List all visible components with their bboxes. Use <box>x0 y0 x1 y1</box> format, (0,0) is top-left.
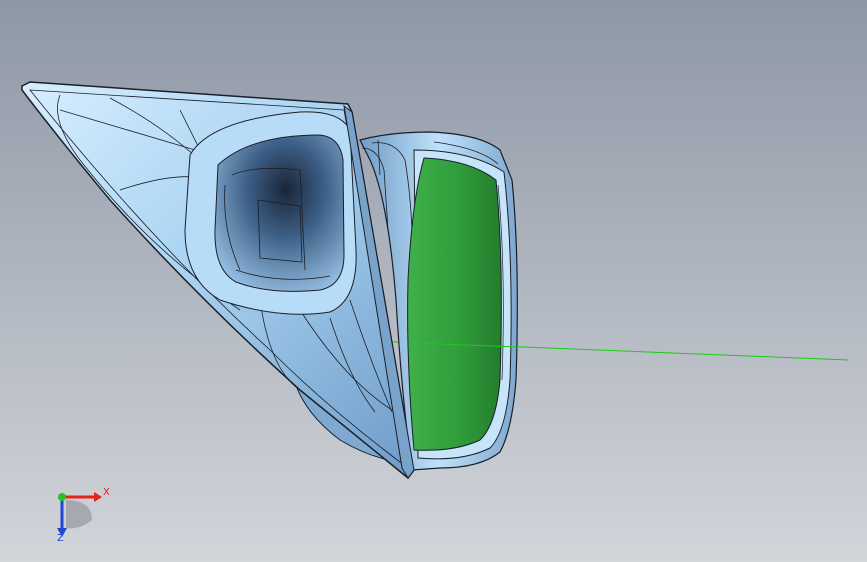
x-axis-label: X <box>103 487 110 498</box>
graphics-viewport[interactable]: X Z <box>0 0 867 562</box>
cad-scene[interactable] <box>0 0 867 562</box>
mirror-glass[interactable] <box>407 157 502 451</box>
y-axis-dot <box>58 493 66 501</box>
z-axis-label: Z <box>57 533 64 544</box>
cavity-opening <box>214 134 345 292</box>
